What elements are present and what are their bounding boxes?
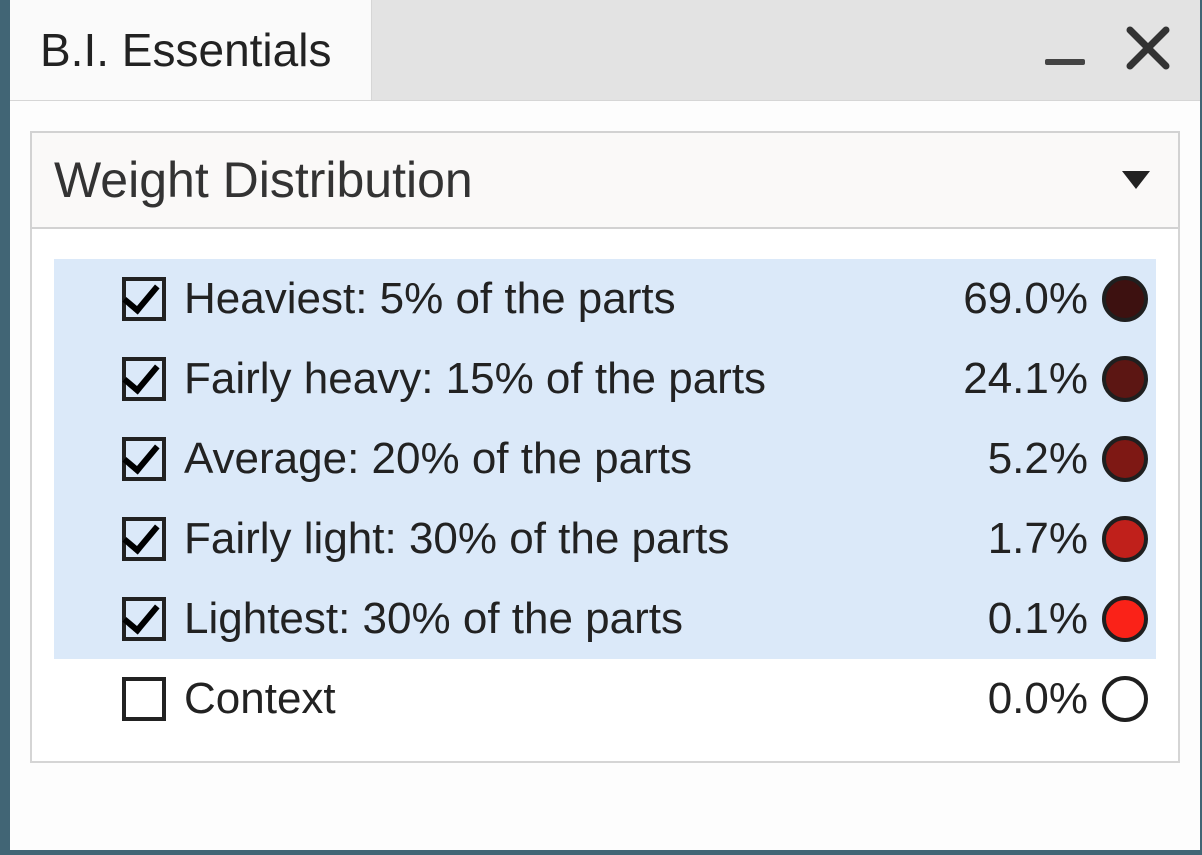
- list-item[interactable]: Heaviest: 5% of the parts69.0%: [54, 259, 1156, 339]
- chevron-down-icon: [1122, 171, 1150, 189]
- list-item[interactable]: Average: 20% of the parts5.2%: [54, 419, 1156, 499]
- color-swatch[interactable]: [1102, 676, 1148, 722]
- color-swatch[interactable]: [1102, 276, 1148, 322]
- color-swatch[interactable]: [1102, 596, 1148, 642]
- item-value: 0.1%: [918, 594, 1102, 644]
- minimize-icon[interactable]: [1044, 29, 1086, 71]
- item-value: 5.2%: [918, 434, 1102, 484]
- window-controls: [1044, 0, 1170, 100]
- checkbox[interactable]: [122, 597, 166, 641]
- item-label: Fairly heavy: 15% of the parts: [184, 354, 918, 404]
- item-value: 24.1%: [918, 354, 1102, 404]
- item-label: Lightest: 30% of the parts: [184, 594, 918, 644]
- color-swatch[interactable]: [1102, 436, 1148, 482]
- item-label: Fairly light: 30% of the parts: [184, 514, 918, 564]
- item-label: Heaviest: 5% of the parts: [184, 274, 918, 324]
- item-value: 0.0%: [918, 674, 1102, 724]
- item-label: Context: [184, 674, 918, 724]
- list-item[interactable]: Fairly heavy: 15% of the parts24.1%: [54, 339, 1156, 419]
- checkbox[interactable]: [122, 437, 166, 481]
- bi-essentials-panel: B.I. Essentials Weight Distribution Heav…: [8, 0, 1200, 850]
- checkbox[interactable]: [122, 277, 166, 321]
- dropdown-selected-label: Weight Distribution: [54, 151, 473, 209]
- list-item[interactable]: Lightest: 30% of the parts0.1%: [54, 579, 1156, 659]
- panel-title: B.I. Essentials: [40, 23, 331, 77]
- list-item[interactable]: Fairly light: 30% of the parts1.7%: [54, 499, 1156, 579]
- checkbox[interactable]: [122, 677, 166, 721]
- weight-distribution-list: Heaviest: 5% of the parts69.0%Fairly hea…: [30, 229, 1180, 763]
- titlebar: B.I. Essentials: [10, 0, 1200, 101]
- color-swatch[interactable]: [1102, 516, 1148, 562]
- list-item[interactable]: Context0.0%: [54, 659, 1156, 739]
- item-value: 69.0%: [918, 274, 1102, 324]
- metric-dropdown[interactable]: Weight Distribution: [30, 131, 1180, 229]
- checkbox[interactable]: [122, 517, 166, 561]
- panel-tab[interactable]: B.I. Essentials: [10, 0, 372, 100]
- color-swatch[interactable]: [1102, 356, 1148, 402]
- checkbox[interactable]: [122, 357, 166, 401]
- item-label: Average: 20% of the parts: [184, 434, 918, 484]
- item-value: 1.7%: [918, 514, 1102, 564]
- close-icon[interactable]: [1126, 26, 1170, 75]
